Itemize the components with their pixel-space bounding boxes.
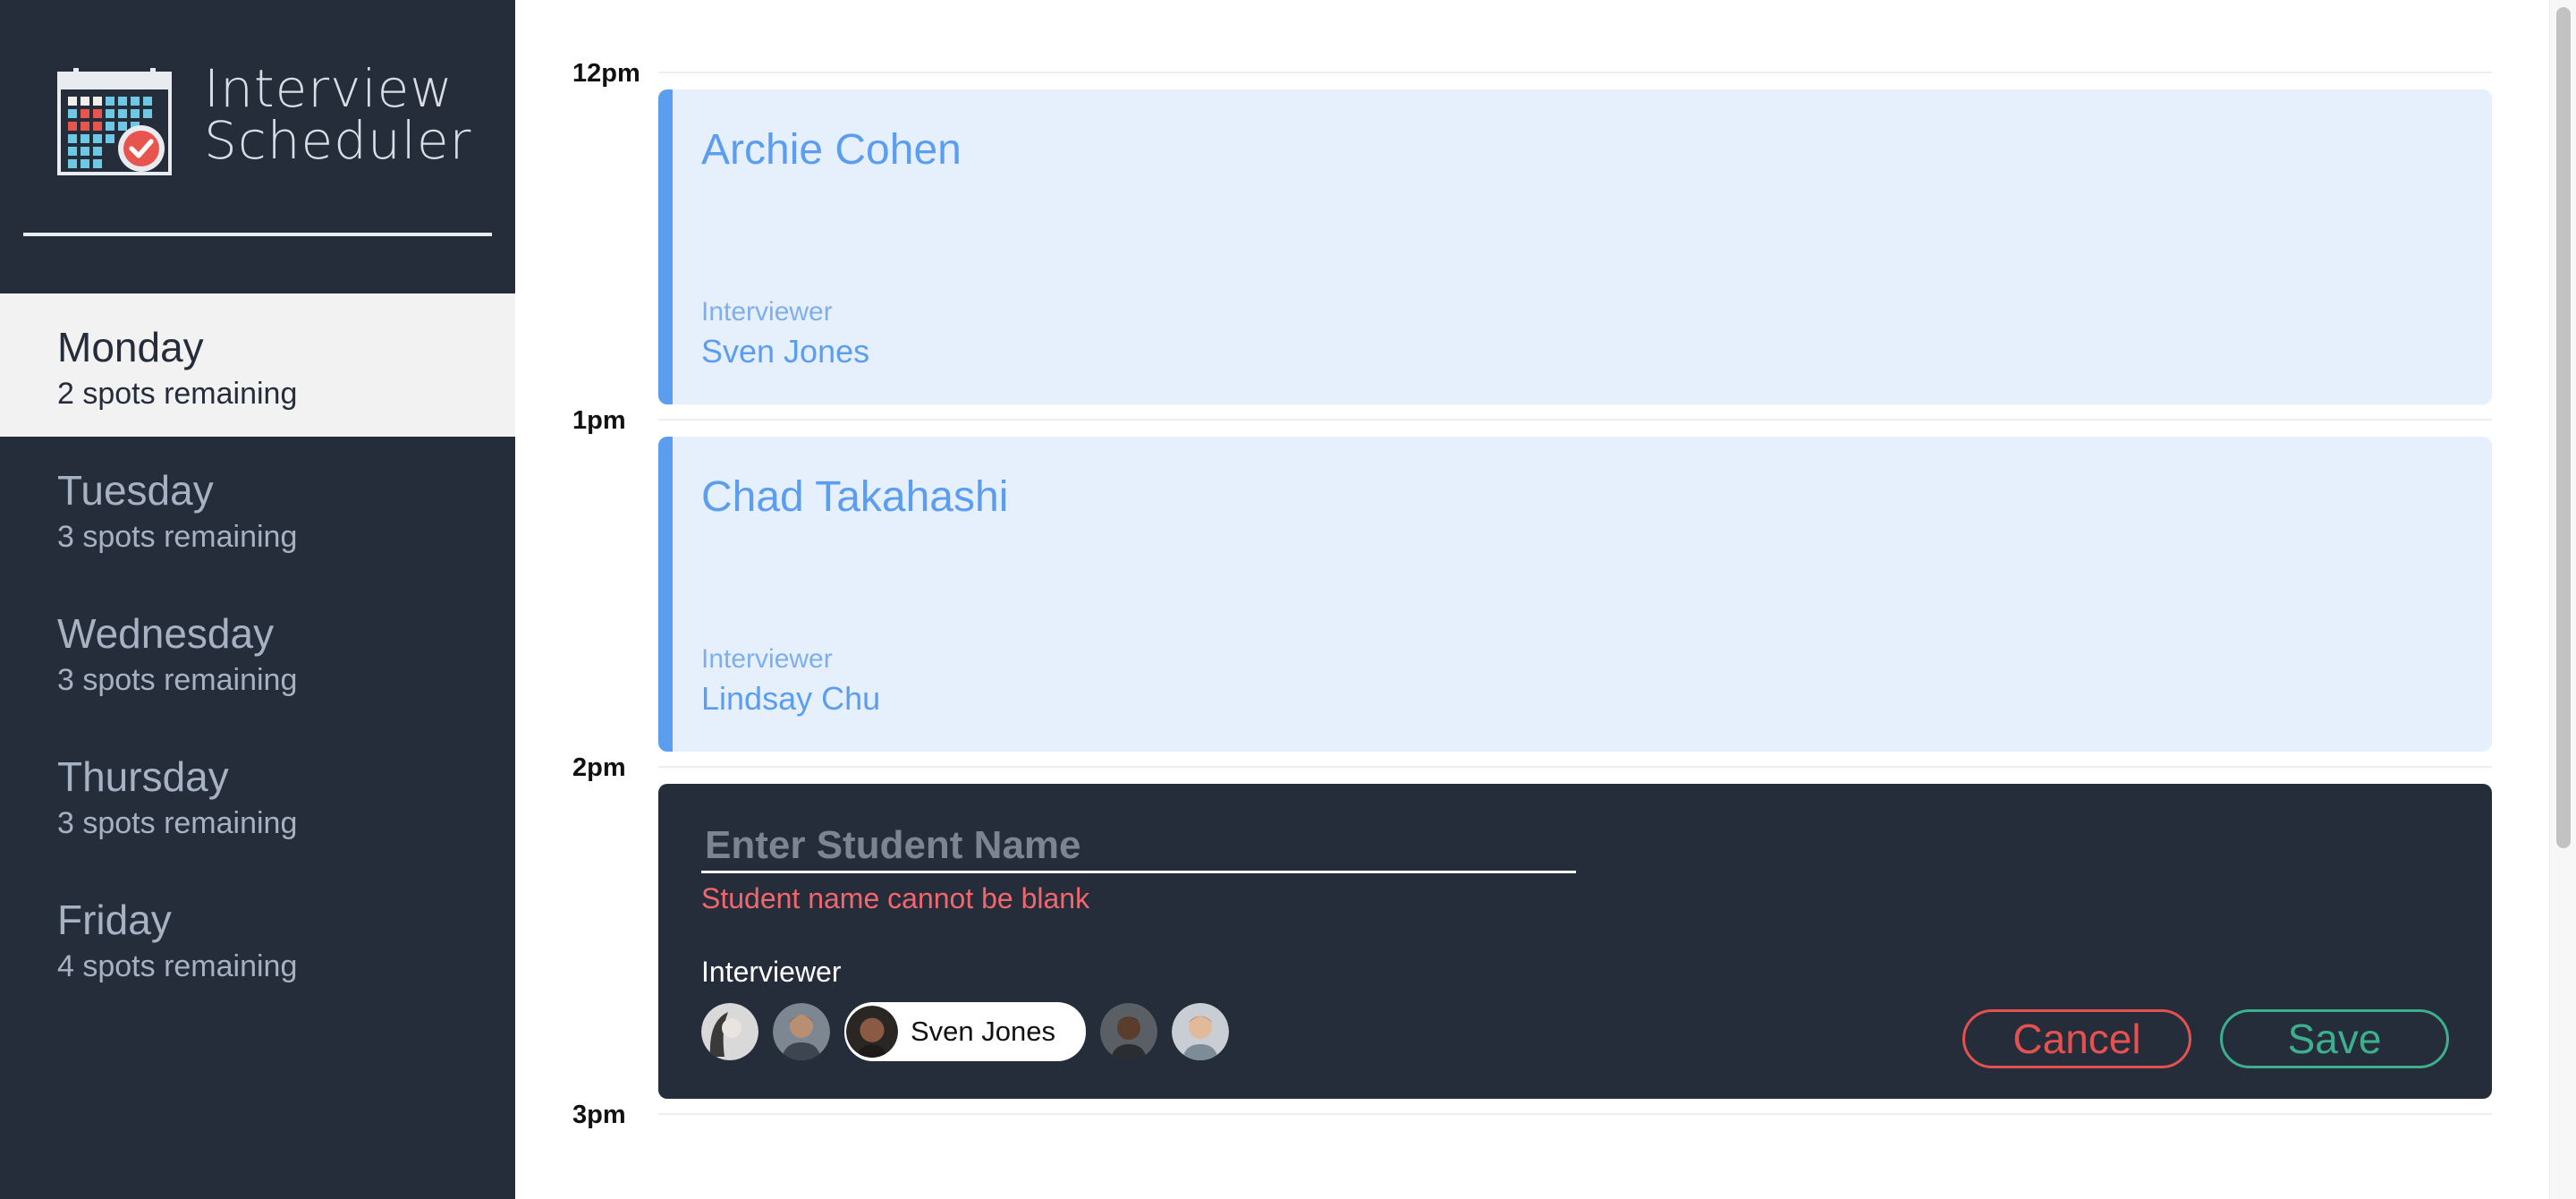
day-list: Monday 2 spots remaining Tuesday 3 spots… [0, 293, 515, 1009]
day-item-friday[interactable]: Friday 4 spots remaining [0, 866, 515, 1009]
day-item-thursday[interactable]: Thursday 3 spots remaining [0, 723, 515, 866]
scrollbar[interactable] [2549, 0, 2576, 1199]
app-title: Interview Scheduler [204, 63, 471, 166]
day-name: Wednesday [57, 610, 275, 657]
interviewer-label: Interviewer [701, 956, 842, 988]
brand: Interview Scheduler [57, 63, 471, 179]
day-name: Thursday [57, 753, 229, 800]
day-item-tuesday[interactable]: Tuesday 3 spots remaining [0, 437, 515, 580]
appointment-archie-cohen[interactable]: Archie Cohen Interviewer Sven Jones [658, 89, 2492, 404]
save-button[interactable]: Save [2220, 1009, 2449, 1068]
day-name: Friday [57, 897, 172, 943]
sidebar: Interview Scheduler Monday 2 spots remai… [0, 0, 515, 1199]
sidebar-divider [23, 233, 492, 236]
day-item-monday[interactable]: Monday 2 spots remaining [0, 293, 515, 437]
cancel-button[interactable]: Cancel [1962, 1009, 2191, 1068]
day-spots: 2 spots remaining [57, 377, 298, 411]
hour-divider [658, 766, 2492, 768]
interviewer-avatar[interactable] [1172, 1003, 1229, 1060]
appointment-interviewer-label: Interviewer [701, 297, 833, 327]
interviewer-selected[interactable]: Sven Jones [844, 1002, 1086, 1061]
interviewer-avatar [846, 1006, 898, 1058]
day-spots: 3 spots remaining [57, 520, 298, 554]
day-spots: 3 spots remaining [57, 663, 298, 697]
day-item-wednesday[interactable]: Wednesday 3 spots remaining [0, 580, 515, 723]
appointment-chad-takahashi[interactable]: Chad Takahashi Interviewer Lindsay Chu [658, 437, 2492, 752]
time-label-12pm: 12pm [572, 59, 640, 88]
validation-error: Student name cannot be blank [701, 882, 1090, 914]
interviewer-list: Sven Jones [701, 1002, 1243, 1061]
time-label-1pm: 1pm [572, 406, 626, 435]
appointment-form: Student name cannot be blank Interviewer [658, 784, 2492, 1099]
appointment-student: Chad Takahashi [701, 473, 1009, 521]
appointment-interviewer-label: Interviewer [701, 644, 833, 674]
app-title-line1: Interview [204, 58, 453, 119]
time-label-2pm: 2pm [572, 753, 626, 782]
interviewer-avatar[interactable] [773, 1003, 830, 1060]
selected-interviewer-name: Sven Jones [911, 1016, 1055, 1047]
hour-divider [658, 419, 2492, 421]
day-spots: 4 spots remaining [57, 949, 298, 983]
interviewer-avatar[interactable] [1100, 1003, 1157, 1060]
day-name: Monday [57, 324, 204, 370]
interviewer-avatar[interactable] [701, 1003, 758, 1060]
time-label-3pm: 3pm [572, 1101, 626, 1129]
hour-divider [658, 1113, 2492, 1115]
day-spots: 3 spots remaining [57, 806, 298, 840]
app-title-line2: Scheduler [204, 110, 472, 171]
appointment-student: Archie Cohen [701, 126, 962, 174]
hour-divider [658, 72, 2492, 73]
calendar-check-icon [57, 68, 172, 175]
scrollbar-thumb[interactable] [2556, 7, 2571, 848]
appointment-interviewer: Sven Jones [701, 333, 870, 370]
appointment-interviewer: Lindsay Chu [701, 680, 881, 717]
student-name-input[interactable] [701, 820, 1576, 873]
day-name: Tuesday [57, 467, 214, 514]
